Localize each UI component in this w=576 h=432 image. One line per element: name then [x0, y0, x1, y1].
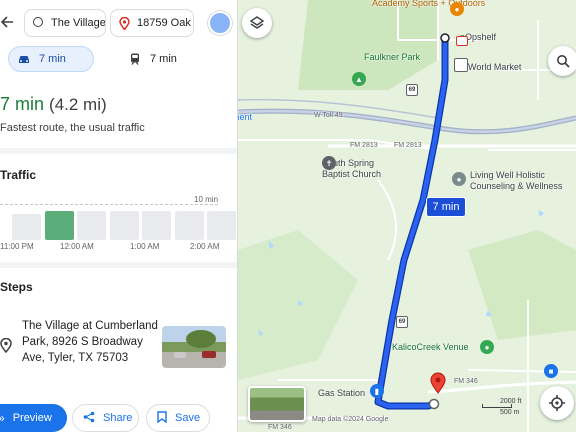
car-icon — [19, 56, 29, 63]
destination-pin-icon — [119, 16, 131, 31]
highway-69-shield: 69 — [406, 84, 418, 96]
tree-icon[interactable]: ▲ — [352, 72, 366, 86]
preview-label: Preview — [12, 412, 52, 424]
church-icon[interactable]: ✝ — [322, 156, 336, 170]
traffic-bar[interactable] — [109, 211, 139, 240]
route-distance: (4.2 mi) — [49, 95, 107, 114]
mode-driving-label: 7 min — [39, 53, 66, 65]
toll49-label: W Toll 49 — [314, 112, 343, 119]
max-label: 10 min — [194, 195, 219, 204]
highway-69-shield: 69 — [396, 316, 408, 328]
origin-value: The Village at Cumberland Park — [51, 17, 106, 29]
traffic-chart: 10 min 11:00 PM 12:00 AM 1:00 AM 2:00 AM — [0, 192, 236, 256]
step-start-text: The Village at Cumberland Park, 8926 S B… — [22, 320, 158, 364]
street-view-thumbnail[interactable] — [248, 386, 306, 422]
share-label: Share — [103, 412, 133, 424]
time-label-2: 1:00 AM — [130, 242, 160, 251]
map-attribution: Map data ©2024 Google — [312, 416, 389, 423]
traffic-bar[interactable] — [77, 211, 106, 240]
bookmark-icon — [157, 410, 167, 426]
traffic-title: Traffic — [0, 168, 37, 182]
poi-kalico-label[interactable]: KalicoCreek Venue — [392, 342, 469, 352]
poi-gas-label[interactable]: Gas Station — [318, 388, 365, 398]
venue-icon[interactable]: ● — [480, 340, 494, 354]
fm346-label-b: FM 346 — [268, 424, 292, 431]
bus-stop-icon[interactable]: ■ — [544, 364, 558, 378]
route-duration: 7 min — [0, 94, 45, 114]
route-summary: 7 min (4.2 mi) — [0, 94, 107, 115]
destination-pin-icon[interactable] — [430, 372, 446, 394]
traffic-bar[interactable] — [12, 214, 41, 240]
layers-button[interactable] — [242, 8, 272, 38]
partial-poi-label: ment — [238, 112, 253, 122]
route-time-badge[interactable]: 7 min — [426, 197, 466, 217]
search-icon — [557, 55, 570, 68]
poi-world-market-label[interactable]: World Market — [468, 62, 521, 72]
origin-input[interactable]: The Village at Cumberland Park — [24, 9, 106, 37]
shopping-bag-icon[interactable]: ● — [450, 2, 464, 16]
map-view[interactable]: Academy Sports + Outdoors pOpshelf World… — [238, 0, 576, 432]
faulkner-park-label[interactable]: Faulkner Park — [364, 52, 420, 62]
traffic-bar[interactable] — [142, 211, 171, 240]
mode-transit-label: 7 min — [150, 53, 177, 65]
destination-input[interactable]: 18759 Oak — [110, 9, 194, 37]
world-market-logo-icon — [454, 58, 468, 72]
my-location-button[interactable] — [540, 386, 574, 420]
layers-icon — [249, 16, 265, 29]
mode-transit-tab[interactable]: 7 min — [128, 46, 198, 72]
time-label-3: 2:00 AM — [190, 242, 220, 251]
search-button[interactable] — [548, 46, 576, 76]
divider — [0, 262, 237, 268]
preview-button[interactable]: » Preview — [0, 404, 67, 432]
traffic-bar[interactable] — [174, 211, 204, 240]
poi-living-well-label[interactable]: Living Well Holistic Counseling & Wellne… — [470, 170, 574, 192]
pin-icon[interactable]: ● — [452, 172, 466, 186]
route-note: Fastest route, the usual traffic — [0, 122, 145, 134]
divider — [0, 148, 237, 154]
fm346-label-a: FM 346 — [454, 378, 478, 385]
scale-label-ft: 2000 ft — [500, 398, 522, 405]
mode-driving-tab[interactable]: 7 min — [8, 46, 94, 72]
fm2813-label-b: FM 2813 — [394, 142, 422, 149]
traffic-bar[interactable] — [44, 211, 74, 240]
fm2813-label-a: FM 2813 — [350, 142, 378, 149]
steps-title: Steps — [0, 280, 33, 294]
poi-academy-label[interactable]: Academy Sports + Outdoors — [372, 0, 485, 8]
share-icon — [83, 411, 95, 426]
time-label-0: 11:00 PM — [0, 242, 34, 251]
back-arrow-icon[interactable] — [0, 14, 14, 32]
map-canvas — [238, 0, 576, 432]
map-scale: 2000 ft 500 m — [482, 398, 528, 420]
directions-panel: The Village at Cumberland Park 18759 Oak… — [0, 0, 238, 432]
save-label: Save — [175, 412, 201, 424]
place-photo[interactable] — [162, 326, 226, 368]
scale-label-m: 500 m — [500, 409, 520, 416]
location-pin-icon — [0, 337, 12, 358]
time-label-1: 12:00 AM — [60, 242, 94, 251]
save-button[interactable]: Save — [146, 404, 210, 432]
origin-circle-icon — [33, 17, 45, 29]
double-chevron-icon: » — [0, 411, 5, 425]
train-icon — [131, 53, 139, 65]
max-reference-line — [0, 204, 218, 205]
share-button[interactable]: Share — [72, 404, 139, 432]
traffic-bar[interactable] — [207, 211, 236, 240]
gas-station-icon[interactable]: ▮ — [370, 384, 384, 398]
avatar[interactable] — [208, 11, 232, 35]
destination-value: 18759 Oak — [137, 17, 191, 29]
store-logo-icon — [456, 36, 468, 46]
crosshair-icon — [549, 395, 565, 411]
